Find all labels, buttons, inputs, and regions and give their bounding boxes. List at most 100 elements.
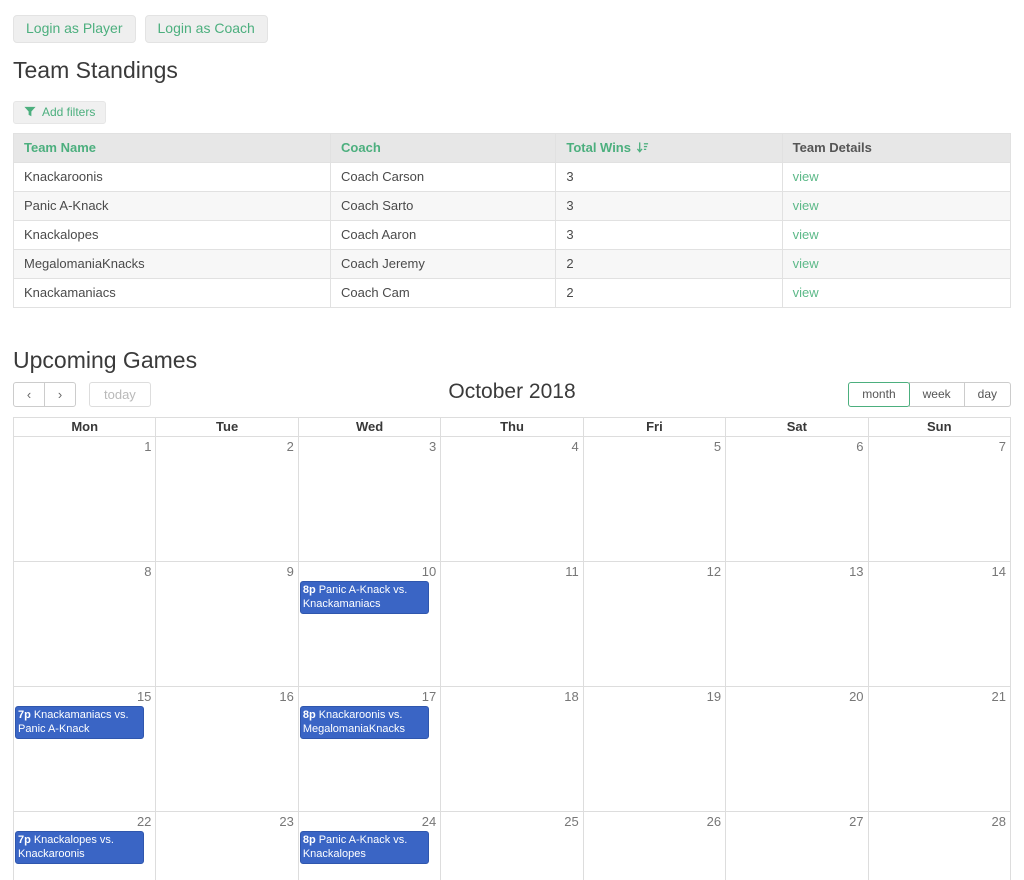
date-number: 27 <box>726 812 867 830</box>
calendar-day-cell-18[interactable]: 18 <box>441 687 583 812</box>
date-number: 21 <box>869 687 1010 705</box>
team-name-cell: MegalomaniaKnacks <box>14 250 331 279</box>
calendar-day-cell-6[interactable]: 6 <box>726 437 868 562</box>
team-details-cell: view <box>783 192 1011 221</box>
date-number: 19 <box>584 687 725 705</box>
column-header-total-wins[interactable]: Total Wins <box>556 134 782 163</box>
day-header-sat: Sat <box>726 418 868 437</box>
calendar-event[interactable]: 7pKnackamaniacs vs. Panic A-Knack <box>15 706 144 740</box>
sort-descending-icon <box>636 141 649 154</box>
standings-header-row: Team Name Coach Total Wins Team Details <box>14 134 1011 163</box>
login-as-coach-button[interactable]: Login as Coach <box>145 15 268 43</box>
coach-cell: Coach Sarto <box>331 192 556 221</box>
calendar-view-switcher: monthweekday <box>848 382 1011 407</box>
add-filters-button[interactable]: Add filters <box>13 101 106 124</box>
date-number: 15 <box>14 687 155 705</box>
coach-cell: Coach Jeremy <box>331 250 556 279</box>
calendar-day-cell-23[interactable]: 23 <box>156 812 298 880</box>
team-details-cell: view <box>783 163 1011 192</box>
calendar-event[interactable]: 8pPanic A-Knack vs. Knackalopes <box>300 831 429 865</box>
date-number: 3 <box>299 437 440 455</box>
calendar-day-cell-2[interactable]: 2 <box>156 437 298 562</box>
calendar-day-cell-9[interactable]: 9 <box>156 562 298 687</box>
date-number: 24 <box>299 812 440 830</box>
calendar-week-row: 1234567 <box>14 437 1011 562</box>
date-number: 1 <box>14 437 155 455</box>
calendar-day-cell-25[interactable]: 25 <box>441 812 583 880</box>
date-number: 20 <box>726 687 867 705</box>
calendar-day-cell-5[interactable]: 5 <box>584 437 726 562</box>
team-name-cell: Knackamaniacs <box>14 279 331 308</box>
date-number: 16 <box>156 687 297 705</box>
calendar-day-cell-4[interactable]: 4 <box>441 437 583 562</box>
coach-cell: Coach Cam <box>331 279 556 308</box>
calendar-day-cell-11[interactable]: 11 <box>441 562 583 687</box>
calendar-day-cell-24[interactable]: 248pPanic A-Knack vs. Knackalopes <box>299 812 441 880</box>
calendar-event[interactable]: 7pKnackalopes vs. Knackaroonis <box>15 831 144 865</box>
date-number: 9 <box>156 562 297 580</box>
calendar-day-cell-20[interactable]: 20 <box>726 687 868 812</box>
calendar-day-cell-19[interactable]: 19 <box>584 687 726 812</box>
calendar-view-month-button[interactable]: month <box>848 382 909 407</box>
calendar-day-cell-28[interactable]: 28 <box>869 812 1011 880</box>
date-number: 7 <box>869 437 1010 455</box>
calendar-day-cell-7[interactable]: 7 <box>869 437 1011 562</box>
calendar-day-cell-10[interactable]: 108pPanic A-Knack vs. Knackamaniacs <box>299 562 441 687</box>
calendar-prev-button[interactable]: ‹ <box>13 382 45 407</box>
column-header-coach[interactable]: Coach <box>331 134 556 163</box>
calendar-body: 123456789108pPanic A-Knack vs. Knackaman… <box>14 437 1011 880</box>
day-header-mon: Mon <box>14 418 156 437</box>
calendar-day-cell-1[interactable]: 1 <box>14 437 156 562</box>
calendar-event[interactable]: 8pPanic A-Knack vs. Knackamaniacs <box>300 581 429 615</box>
right-chevron-icon: › <box>58 387 62 402</box>
calendar-today-button[interactable]: today <box>89 382 151 407</box>
calendar-day-cell-3[interactable]: 3 <box>299 437 441 562</box>
login-as-player-button[interactable]: Login as Player <box>13 15 136 43</box>
calendar-day-cell-21[interactable]: 21 <box>869 687 1011 812</box>
calendar-day-cell-13[interactable]: 13 <box>726 562 868 687</box>
calendar-day-cell-27[interactable]: 27 <box>726 812 868 880</box>
date-number: 28 <box>869 812 1010 830</box>
date-number: 2 <box>156 437 297 455</box>
column-header-team-name[interactable]: Team Name <box>14 134 331 163</box>
calendar-day-cell-26[interactable]: 26 <box>584 812 726 880</box>
calendar-grid: MonTueWedThuFriSatSun 123456789108pPanic… <box>13 417 1011 880</box>
calendar-day-cell-16[interactable]: 16 <box>156 687 298 812</box>
calendar-day-cell-17[interactable]: 178pKnackaroonis vs. MegalomaniaKnacks <box>299 687 441 812</box>
calendar-event[interactable]: 8pKnackaroonis vs. MegalomaniaKnacks <box>300 706 429 740</box>
calendar-day-cell-22[interactable]: 227pKnackalopes vs. Knackaroonis <box>14 812 156 880</box>
left-chevron-icon: ‹ <box>27 387 31 402</box>
event-time: 7p <box>18 834 31 846</box>
calendar-day-cell-8[interactable]: 8 <box>14 562 156 687</box>
day-header-sun: Sun <box>869 418 1011 437</box>
date-number: 11 <box>441 562 582 580</box>
date-number: 14 <box>869 562 1010 580</box>
day-header-tue: Tue <box>156 418 298 437</box>
team-details-cell: view <box>783 221 1011 250</box>
standings-table-row: Panic A-KnackCoach Sarto3view <box>14 192 1011 221</box>
view-link[interactable]: view <box>793 169 819 184</box>
date-number: 23 <box>156 812 297 830</box>
calendar-day-cell-15[interactable]: 157pKnackamaniacs vs. Panic A-Knack <box>14 687 156 812</box>
calendar-view-day-button[interactable]: day <box>964 382 1011 407</box>
calendar-day-cell-12[interactable]: 12 <box>584 562 726 687</box>
calendar-next-button[interactable]: › <box>44 382 76 407</box>
calendar-view-week-button[interactable]: week <box>909 382 965 407</box>
date-number: 4 <box>441 437 582 455</box>
date-number: 6 <box>726 437 867 455</box>
total-wins-cell: 3 <box>556 163 782 192</box>
view-link[interactable]: view <box>793 227 819 242</box>
login-button-row: Login as Player Login as Coach <box>13 15 1011 43</box>
add-filters-label: Add filters <box>42 105 95 119</box>
calendar-nav-group: ‹ › <box>13 382 76 407</box>
calendar-day-cell-14[interactable]: 14 <box>869 562 1011 687</box>
standings-table-row: KnackalopesCoach Aaron3view <box>14 221 1011 250</box>
view-link[interactable]: view <box>793 256 819 271</box>
page: Login as Player Login as Coach Team Stan… <box>0 0 1024 880</box>
event-time: 8p <box>303 584 316 596</box>
view-link[interactable]: view <box>793 285 819 300</box>
calendar-week-row: 227pKnackalopes vs. Knackaroonis23248pPa… <box>14 812 1011 880</box>
calendar-month-title: October 2018 <box>448 380 575 404</box>
view-link[interactable]: view <box>793 198 819 213</box>
event-time: 8p <box>303 834 316 846</box>
